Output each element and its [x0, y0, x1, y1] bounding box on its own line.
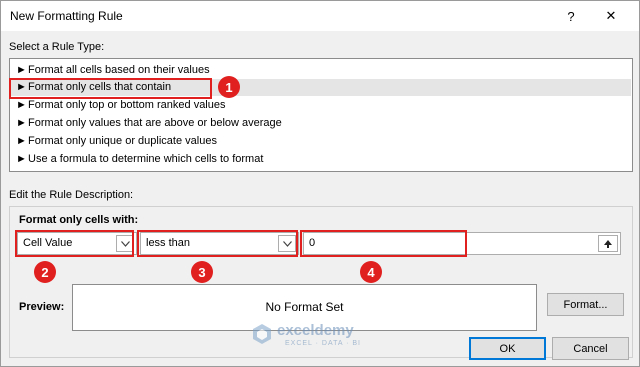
- rule-description-label: Edit the Rule Description:: [9, 189, 134, 201]
- exceldemy-watermark: exceldemy EXCEL · DATA · BI: [251, 321, 391, 351]
- arrow-icon: ►: [16, 135, 27, 147]
- help-icon: ?: [567, 8, 575, 24]
- annotation-badge-3: 3: [191, 261, 213, 283]
- watermark-tagline: EXCEL · DATA · BI: [285, 340, 361, 347]
- rule-type-item[interactable]: ►Format only unique or duplicate values: [16, 133, 217, 150]
- range-select-icon[interactable]: [598, 235, 618, 252]
- rule-type-label: Select a Rule Type:: [9, 41, 105, 53]
- exceldemy-logo-icon: [253, 324, 271, 344]
- rule-type-item-label: Format only top or bottom ranked values: [28, 99, 226, 111]
- close-button[interactable]: ✕: [591, 1, 631, 31]
- watermark-brand: exceldemy: [277, 322, 354, 339]
- rule-type-item[interactable]: ►Format only top or bottom ranked values: [16, 97, 225, 114]
- arrow-icon: ►: [16, 117, 27, 129]
- annotation-badge-2: 2: [34, 261, 56, 283]
- ok-button-label: OK: [499, 342, 516, 355]
- close-icon: ✕: [605, 8, 617, 23]
- rule-type-item[interactable]: ►Use a formula to determine which cells …: [16, 151, 263, 168]
- arrow-icon: ►: [16, 99, 27, 111]
- format-button-label: Format...: [563, 298, 608, 311]
- annotation-box-4: [300, 230, 467, 257]
- dialog-title: New Formatting Rule: [10, 9, 123, 23]
- arrow-icon: ►: [16, 64, 27, 76]
- cancel-button[interactable]: Cancel: [552, 337, 629, 360]
- help-button[interactable]: ?: [551, 1, 591, 31]
- rule-type-list[interactable]: ►Format all cells based on their values …: [9, 58, 633, 172]
- format-button[interactable]: Format...: [547, 293, 624, 316]
- rule-type-item-label: Format only values that are above or bel…: [28, 117, 282, 129]
- annotation-box-3: [137, 230, 298, 257]
- format-cells-with-label: Format only cells with:: [19, 214, 139, 226]
- cancel-button-label: Cancel: [573, 342, 608, 355]
- annotation-badge-4: 4: [360, 261, 382, 283]
- annotation-box-2: [15, 230, 134, 257]
- preview-label: Preview:: [19, 301, 65, 313]
- rule-type-item[interactable]: ►Format only values that are above or be…: [16, 115, 282, 132]
- title-bar: New Formatting Rule ? ✕: [1, 1, 639, 31]
- rule-type-item-label: Format all cells based on their values: [28, 64, 210, 76]
- ok-button[interactable]: OK: [469, 337, 546, 360]
- preview-text: No Format Set: [265, 300, 344, 314]
- arrow-icon: ►: [16, 153, 27, 165]
- rule-type-item[interactable]: ►Format all cells based on their values: [16, 62, 210, 79]
- rule-type-item-label: Format only unique or duplicate values: [28, 135, 217, 147]
- rule-type-item-label: Use a formula to determine which cells t…: [28, 153, 264, 165]
- annotation-badge-1: 1: [218, 76, 240, 98]
- annotation-box-1: [9, 78, 212, 99]
- new-formatting-rule-dialog: New Formatting Rule ? ✕ Select a Rule Ty…: [0, 0, 640, 367]
